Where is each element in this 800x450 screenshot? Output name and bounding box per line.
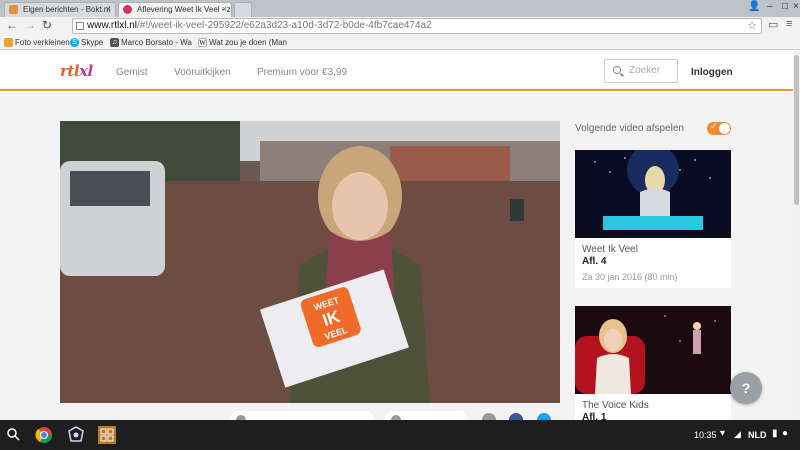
status-tray[interactable]: 10:35 ▾ ◢ NLD ▮ ● xyxy=(690,420,800,450)
bookmark-wat-zou-je-doen[interactable]: W Wat zou je doen (Man xyxy=(198,37,287,48)
next-video-card[interactable]: The Voice Kids Afl. 1 xyxy=(575,306,731,423)
app-grid-icon[interactable] xyxy=(97,425,117,445)
browser-tabstrip: Eigen berichten - Bokt.nl × Aflevering W… xyxy=(0,0,800,17)
url-domain: www.rtlxl.nl xyxy=(87,20,138,31)
rtlxl-favicon-icon xyxy=(123,5,132,14)
user-icon[interactable]: 👤 xyxy=(748,1,760,12)
bookmark-skype[interactable]: S Skype xyxy=(70,37,103,48)
nav-premium[interactable]: Premium voor €3,99 xyxy=(257,67,347,78)
close-tab-icon[interactable]: × xyxy=(106,3,111,16)
tab-title: Aflevering Weet Ik Veel - z xyxy=(137,5,231,14)
search-placeholder: Zoeker xyxy=(629,65,661,76)
minimize-icon[interactable]: – xyxy=(767,1,773,12)
cast-icon[interactable]: ▭ xyxy=(768,18,778,31)
weet-ik-veel-thumbnail-image xyxy=(575,150,731,238)
bookmark-label: Skype xyxy=(81,38,104,47)
card-date: Za 30 jan 2016 (80 min) xyxy=(582,272,678,282)
account-avatar-icon: ● xyxy=(782,428,789,439)
bookmark-label: Marco Borsato - Wa xyxy=(121,38,192,47)
clock: 10:35 xyxy=(694,430,717,440)
browser-toolbar: ← → ↻ www.rtlxl.nl/#!/weet-ik-veel-29592… xyxy=(0,17,800,36)
video-thumbnail xyxy=(575,150,731,238)
video-player[interactable]: WEET IK VEEL xyxy=(60,121,560,403)
tab-rtlxl[interactable]: Aflevering Weet Ik Veel - z × xyxy=(118,2,232,17)
wifi-icon: ▾ xyxy=(720,428,726,439)
page-scrollbar[interactable] xyxy=(793,51,800,420)
launcher-search-icon[interactable] xyxy=(4,425,24,445)
bookmark-foto-verkleinen[interactable]: Foto verkleinen xyxy=(4,37,70,48)
help-button[interactable]: ? xyxy=(730,372,762,404)
check-icon: ✓ xyxy=(710,121,718,131)
bookmark-favicon-icon xyxy=(4,38,13,47)
system-shelf: 10:35 ▾ ◢ NLD ▮ ● xyxy=(0,420,800,450)
autoplay-toggle[interactable]: ✓ xyxy=(707,121,731,135)
skype-icon: S xyxy=(70,38,79,47)
menu-icon[interactable]: ≡ xyxy=(786,18,792,30)
next-video-card[interactable]: Weet Ik Veel Afl. 4 Za 30 jan 2016 (80 m… xyxy=(575,150,731,288)
url-path: /#!/weet-ik-veel-295922/e62a3d23-a10d-3d… xyxy=(137,20,432,31)
autoplay-label: Volgende video afspelen xyxy=(575,123,684,134)
new-tab-button[interactable] xyxy=(234,2,252,17)
music-icon: ♫ xyxy=(110,38,119,47)
wikipedia-icon: W xyxy=(198,38,207,47)
language-indicator: NLD xyxy=(748,430,767,440)
bookmarks-bar: Foto verkleinen S Skype ♫ Marco Borsato … xyxy=(0,36,800,50)
reload-icon[interactable]: ↻ xyxy=(42,18,52,32)
bookmark-star-icon[interactable]: ☆ xyxy=(747,19,757,33)
login-link[interactable]: Inloggen xyxy=(691,67,733,78)
back-icon[interactable]: ← xyxy=(6,18,18,32)
logo-part-rtl: rtl xyxy=(60,62,80,80)
tab-bokt[interactable]: Eigen berichten - Bokt.nl × xyxy=(4,2,116,17)
rtlxl-logo[interactable]: rtlxl xyxy=(60,62,93,80)
the-voice-kids-thumbnail-image xyxy=(575,306,731,394)
search-icon xyxy=(613,66,621,74)
bookmark-label: Foto verkleinen xyxy=(15,38,70,47)
card-title: Weet Ik Veel xyxy=(582,244,638,255)
video-thumbnail xyxy=(575,306,731,394)
site-header: rtlxl Gemist Vooruitkijken Premium voor … xyxy=(0,51,800,91)
address-bar[interactable]: www.rtlxl.nl/#!/weet-ik-veel-295922/e62a… xyxy=(72,18,762,34)
logo-part-xl: xl xyxy=(79,62,93,80)
network-icon: ◢ xyxy=(734,429,741,439)
battery-icon: ▮ xyxy=(772,428,778,439)
search-input[interactable]: Zoeker xyxy=(604,59,678,83)
card-episode: Afl. 4 xyxy=(582,256,607,267)
scrollbar-thumb[interactable] xyxy=(794,55,799,205)
maximize-icon[interactable]: □ xyxy=(782,1,788,12)
toggle-knob xyxy=(719,123,730,134)
main-content: WEET IK VEEL Volgende video afspelen ✓ W… xyxy=(0,93,800,427)
bookmark-label: Wat zou je doen (Man xyxy=(209,38,287,47)
close-tab-icon[interactable]: × xyxy=(222,3,227,16)
bookmark-marco-borsato[interactable]: ♫ Marco Borsato - Wa xyxy=(110,37,192,48)
tab-title: Eigen berichten - Bokt.nl xyxy=(23,5,111,14)
forward-icon[interactable]: → xyxy=(24,18,36,32)
app-shield-icon[interactable] xyxy=(66,425,86,445)
close-window-icon[interactable]: × xyxy=(793,1,799,12)
chrome-icon[interactable] xyxy=(34,425,54,445)
nav-vooruitkijken[interactable]: Vooruitkijken xyxy=(174,67,231,78)
card-title: The Voice Kids xyxy=(582,400,649,411)
bokt-favicon-icon xyxy=(9,5,18,14)
page-icon xyxy=(76,22,84,30)
video-frame: WEET IK VEEL xyxy=(60,121,560,403)
nav-gemist[interactable]: Gemist xyxy=(116,67,148,78)
